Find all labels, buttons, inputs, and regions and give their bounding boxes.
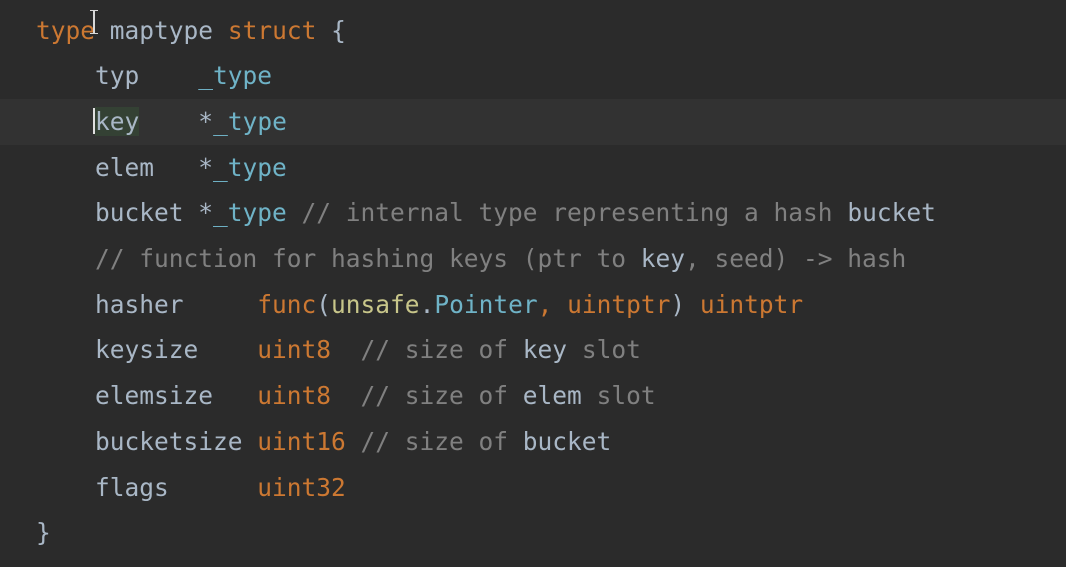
code-token: _type xyxy=(213,106,287,136)
code-token: hasher xyxy=(36,289,258,319)
code-token: flags xyxy=(36,472,258,502)
code-token: * xyxy=(198,106,214,136)
code-token: bucket xyxy=(36,198,199,228)
code-token: uint32 xyxy=(257,472,346,502)
code-token: key xyxy=(640,244,686,273)
code-token: key xyxy=(522,335,568,365)
code-token: elemsize xyxy=(36,381,258,411)
code-line-text: flags uint32 xyxy=(36,465,346,511)
code-line[interactable]: keysize uint8 // size of key slot xyxy=(0,327,1066,373)
code-line[interactable]: typ _type xyxy=(0,53,1066,99)
code-token: keysize xyxy=(36,335,258,365)
code-editor[interactable]: type maptype struct { typ _type key *_ty… xyxy=(0,0,1066,567)
code-line[interactable]: elem *_type xyxy=(0,145,1066,191)
code-token: bucketsize xyxy=(36,426,258,456)
code-token: // size of xyxy=(345,426,523,456)
code-line-text: } xyxy=(36,510,51,556)
code-token: bucket xyxy=(522,426,612,456)
code-token: struct xyxy=(227,15,317,45)
code-line[interactable]: flags uint32 xyxy=(0,465,1066,511)
code-token: uint8 xyxy=(257,335,332,365)
code-line-text: type maptype struct { xyxy=(36,8,346,54)
code-token: uint8 xyxy=(257,381,332,411)
code-line-text: hasher func(unsafe.Pointer, uintptr) uin… xyxy=(36,282,803,328)
code-line[interactable]: elemsize uint8 // size of elem slot xyxy=(0,373,1066,419)
code-line[interactable]: // function for hashing keys (ptr to key… xyxy=(0,236,1066,282)
code-token: _type xyxy=(213,198,287,228)
code-token: _type xyxy=(198,61,273,91)
code-token: type xyxy=(36,15,96,45)
code-line[interactable]: bucketsize uint16 // size of bucket xyxy=(0,419,1066,465)
code-line[interactable]: hasher func(unsafe.Pointer, uintptr) uin… xyxy=(0,282,1066,328)
code-line-text: elemsize uint8 // size of elem slot xyxy=(36,373,656,419)
code-token: bucket xyxy=(847,198,936,228)
code-token: * xyxy=(198,152,214,182)
code-token: func xyxy=(257,289,317,319)
code-token: ) xyxy=(670,289,700,319)
code-line-text: keysize uint8 // size of key slot xyxy=(36,327,641,373)
code-token: } xyxy=(36,518,51,548)
code-token: . xyxy=(419,289,435,319)
code-line-text: bucketsize uint16 // size of bucket xyxy=(36,419,611,465)
code-token: * xyxy=(198,198,214,228)
code-line-text: key *_type xyxy=(36,99,287,145)
code-token: typ xyxy=(36,61,199,91)
text-caret xyxy=(93,107,96,134)
code-token: maptype xyxy=(109,15,214,45)
code-token: slot xyxy=(567,335,641,365)
code-line[interactable]: } xyxy=(0,510,1066,556)
code-token: key xyxy=(95,106,140,136)
code-line-text: // function for hashing keys (ptr to key… xyxy=(36,236,906,282)
code-token: // function for hashing keys (ptr to xyxy=(36,244,641,273)
code-token: // size of xyxy=(331,335,523,365)
code-token: uintptr xyxy=(567,289,671,319)
code-token: , seed) -> hash xyxy=(685,244,907,273)
code-token: uintptr xyxy=(699,289,804,319)
code-token: , xyxy=(537,289,568,319)
code-token: // internal type representing a hash xyxy=(286,198,848,228)
code-token: uint16 xyxy=(257,426,346,456)
code-token: // size of xyxy=(331,381,523,411)
code-line[interactable]: key *_type xyxy=(0,98,1066,145)
code-token: { xyxy=(316,15,346,45)
code-line[interactable]: type maptype struct { xyxy=(0,8,1066,54)
code-token: ( xyxy=(316,289,332,319)
code-token: _type xyxy=(213,152,287,182)
code-line[interactable]: bucket *_type // internal type represent… xyxy=(0,190,1066,236)
text-cursor-icon xyxy=(88,9,100,35)
code-token: slot xyxy=(581,381,656,411)
code-line-text: typ _type xyxy=(36,53,272,99)
code-token: unsafe xyxy=(331,289,420,319)
code-line-text: bucket *_type // internal type represent… xyxy=(36,190,936,236)
code-line-text: elem *_type xyxy=(36,145,287,191)
code-token: elem xyxy=(522,381,582,411)
code-token: elem xyxy=(36,152,199,182)
code-token: Pointer xyxy=(434,289,538,319)
